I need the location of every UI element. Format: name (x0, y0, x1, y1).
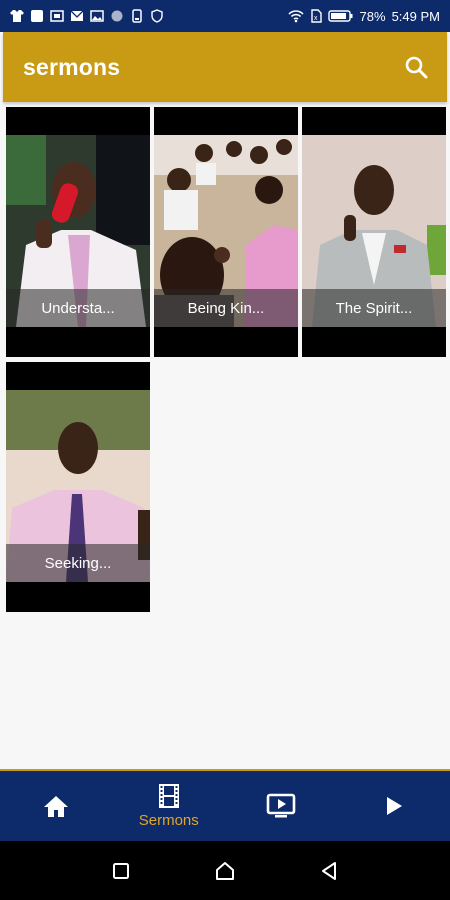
nav-sermons[interactable]: Sermons (113, 771, 226, 841)
play-icon (386, 797, 402, 815)
recents-icon[interactable] (111, 861, 131, 881)
sermon-title: Seeking... (6, 544, 150, 582)
nav-videos[interactable] (225, 771, 338, 841)
shield-icon (151, 9, 163, 23)
bottom-navigation: Sermons (0, 769, 450, 841)
shirt-icon (10, 10, 24, 22)
sim-icon: x (310, 9, 322, 23)
sermon-title: Understa... (6, 289, 150, 327)
wifi-icon (287, 10, 304, 23)
sermon-card[interactable]: The Spirit... (302, 107, 446, 357)
screen-icon (50, 10, 64, 22)
status-bar: x 78% 5:49 PM (0, 0, 450, 32)
home-system-icon[interactable] (214, 860, 236, 882)
page-title: sermons (23, 53, 121, 80)
sermon-card[interactable]: Seeking... (6, 362, 150, 612)
svg-text:x: x (314, 15, 318, 22)
search-button[interactable] (401, 52, 431, 82)
sermon-card[interactable]: Being Kin... (154, 107, 298, 357)
system-navigation-bar (0, 841, 450, 900)
back-icon[interactable] (319, 860, 339, 882)
mail-icon (70, 10, 84, 21)
sermon-title: Being Kin... (154, 289, 298, 327)
home-icon (44, 796, 69, 817)
sermon-title: The Spirit... (302, 289, 446, 327)
phone-icon (132, 9, 142, 23)
circle-icon (111, 10, 123, 22)
tv-play-icon (266, 793, 296, 818)
image-icon (90, 10, 104, 22)
film-icon (158, 784, 179, 808)
nav-label-sermons: Sermons (138, 812, 199, 829)
nav-play[interactable] (338, 771, 450, 841)
search-icon (405, 56, 428, 79)
battery-percent: 78% (359, 8, 386, 24)
app-bar: sermons (3, 32, 447, 102)
system-status: x 78% 5:49 PM (287, 8, 440, 24)
square-icon (31, 10, 43, 22)
sermon-card[interactable]: Understa... (6, 107, 150, 357)
notification-icons (10, 9, 164, 23)
battery-icon (327, 10, 353, 22)
nav-home[interactable] (0, 771, 113, 841)
clock: 5:49 PM (391, 8, 440, 24)
